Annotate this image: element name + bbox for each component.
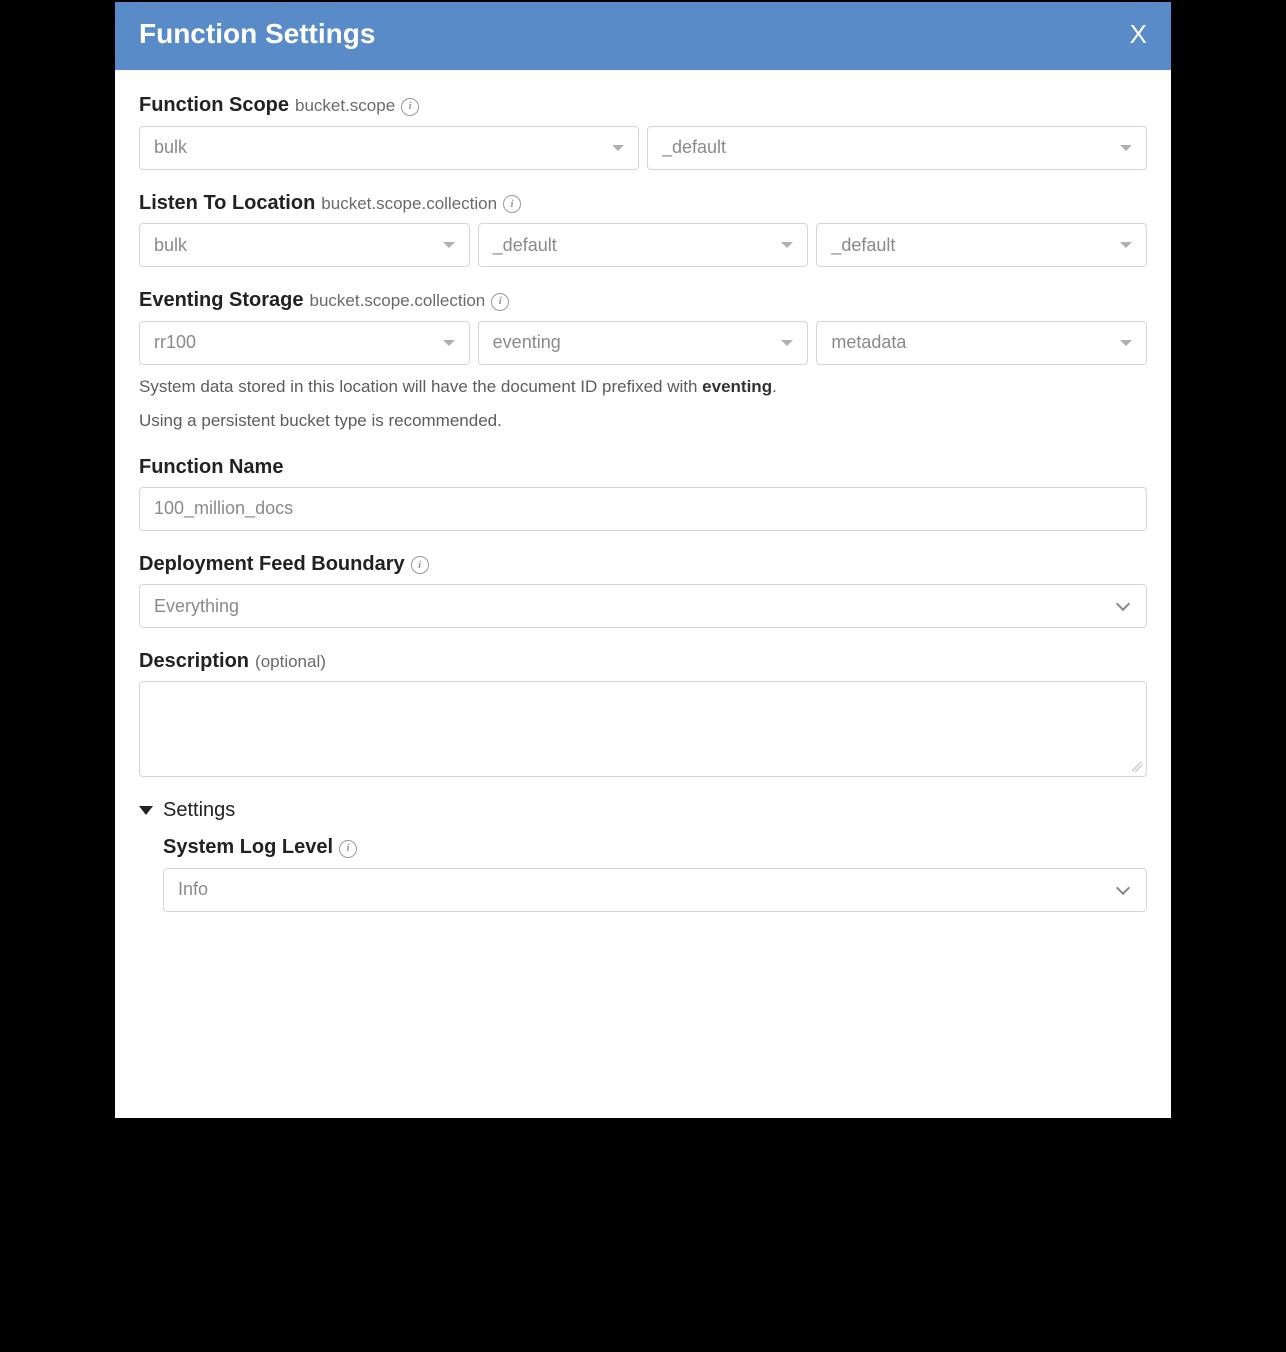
select-value: Everything [154,596,239,617]
dialog-body: Function Scope bucket.scope i bulk _defa… [115,70,1171,942]
select-value: rr100 [154,332,196,353]
listen-scope-select[interactable]: _default [478,223,809,267]
chevron-down-icon [781,340,793,346]
helper-suffix: . [772,377,777,396]
info-icon[interactable]: i [401,98,419,116]
heading-text: Deployment Feed Boundary [139,553,405,576]
chevron-down-icon [612,145,624,151]
heading-subtext: bucket.scope.collection [321,194,497,214]
settings-panel: System Log Level i Info [139,836,1147,912]
function-settings-dialog: Function Settings X Function Scope bucke… [113,0,1173,1120]
chevron-down-icon [1120,242,1132,248]
heading-text: Listen To Location [139,192,315,215]
heading-subtext: bucket.scope [295,96,395,116]
select-value: metadata [831,332,906,353]
info-icon[interactable]: i [339,840,357,858]
select-value: eventing [493,332,561,353]
function-name-label: Function Name [139,456,1147,479]
info-icon[interactable]: i [503,195,521,213]
heading-text: System Log Level [163,836,333,859]
function-scope-section: Function Scope bucket.scope i bulk _defa… [139,94,1147,170]
feed-boundary-select[interactable]: Everything [139,584,1147,628]
helper-bold: eventing [702,377,772,396]
function-scope-row: bulk _default [139,126,1147,170]
storage-helper-text: System data stored in this location will… [139,375,1147,400]
function-scope-scope-select[interactable]: _default [647,126,1147,170]
listen-location-row: bulk _default _default [139,223,1147,267]
eventing-storage-row: rr100 eventing metadata [139,321,1147,365]
storage-scope-select[interactable]: eventing [478,321,809,365]
chevron-down-icon [1116,881,1130,895]
log-level-section: System Log Level i Info [163,836,1147,912]
listen-bucket-select[interactable]: bulk [139,223,470,267]
function-scope-label: Function Scope bucket.scope i [139,94,1147,118]
select-value: _default [831,235,895,256]
select-value: bulk [154,137,187,158]
function-name-section: Function Name 100_million_docs [139,456,1147,531]
heading-text: Function Scope [139,94,289,117]
info-icon[interactable]: i [491,293,509,311]
chevron-down-icon [781,242,793,248]
select-value: _default [662,137,726,158]
log-level-select[interactable]: Info [163,868,1147,912]
eventing-storage-label: Eventing Storage bucket.scope.collection… [139,289,1147,313]
triangle-down-icon [139,806,153,815]
function-name-input[interactable]: 100_million_docs [139,487,1147,531]
dialog-title: Function Settings [139,18,375,50]
chevron-down-icon [1120,340,1132,346]
description-textarea[interactable] [139,681,1147,777]
heading-subtext: (optional) [255,652,326,672]
settings-toggle-label: Settings [163,799,235,822]
feed-boundary-label: Deployment Feed Boundary i [139,553,1147,577]
listen-collection-select[interactable]: _default [816,223,1147,267]
description-label: Description (optional) [139,650,1147,673]
listen-location-label: Listen To Location bucket.scope.collecti… [139,192,1147,216]
log-level-label: System Log Level i [163,836,1147,860]
chevron-down-icon [443,242,455,248]
heading-text: Function Name [139,456,283,479]
storage-collection-select[interactable]: metadata [816,321,1147,365]
heading-subtext: bucket.scope.collection [309,291,485,311]
info-icon[interactable]: i [411,556,429,574]
helper-prefix: System data stored in this location will… [139,377,702,396]
select-value: Info [178,879,208,900]
heading-text: Eventing Storage [139,289,303,312]
feed-boundary-section: Deployment Feed Boundary i Everything [139,553,1147,629]
chevron-down-icon [443,340,455,346]
storage-bucket-select[interactable]: rr100 [139,321,470,365]
select-value: _default [493,235,557,256]
eventing-storage-section: Eventing Storage bucket.scope.collection… [139,289,1147,434]
settings-toggle[interactable]: Settings [139,799,1147,822]
function-scope-bucket-select[interactable]: bulk [139,126,639,170]
input-value: 100_million_docs [154,498,293,519]
description-section: Description (optional) [139,650,1147,777]
listen-location-section: Listen To Location bucket.scope.collecti… [139,192,1147,268]
chevron-down-icon [1116,597,1130,611]
close-icon[interactable]: X [1130,21,1147,47]
chevron-down-icon [1120,145,1132,151]
heading-text: Description [139,650,249,673]
select-value: bulk [154,235,187,256]
storage-helper-text-2: Using a persistent bucket type is recomm… [139,409,1147,434]
dialog-header: Function Settings X [115,2,1171,70]
